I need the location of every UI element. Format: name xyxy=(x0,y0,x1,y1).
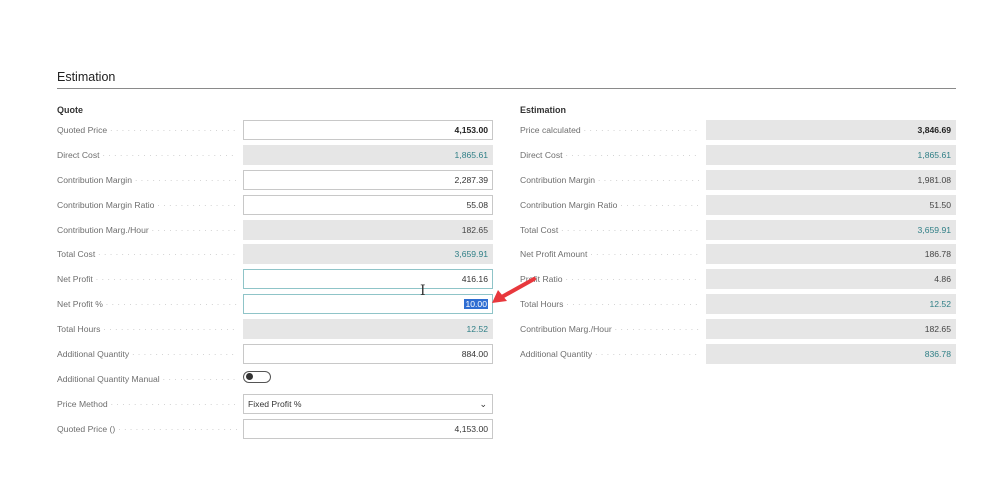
quote-quoted-price-input[interactable]: 4,153.00 xyxy=(243,120,493,140)
estimation-row-contribution-marg-hour: Contribution Marg./Hour 182.65 xyxy=(520,319,956,344)
field-label: Profit Ratio xyxy=(520,269,700,289)
quote-row-total-cost: Total Cost 3,659.91 xyxy=(57,244,493,269)
quote-group: Quote Quoted Price 4,153.00 Direct Cost 1,8… xyxy=(57,103,493,444)
field-label: Quoted Price () xyxy=(57,419,237,439)
section-divider xyxy=(57,88,956,89)
estimation-total-hours-value[interactable]: 12.52 xyxy=(706,294,956,315)
estimation-row-direct-cost: Direct Cost 1,865.61 xyxy=(520,144,956,170)
estimation-row-profit-ratio: Profit Ratio 4.86 xyxy=(520,269,956,294)
field-label: Price Method xyxy=(57,394,237,414)
estimation-group-title: Estimation xyxy=(520,105,567,115)
quote-row-direct-cost: Direct Cost 1,865.61 xyxy=(57,144,493,170)
field-label: Price calculated xyxy=(520,120,700,140)
text-cursor-icon: I xyxy=(420,283,426,299)
estimation-row-total-hours: Total Hours 12.52 xyxy=(520,294,956,319)
field-label: Contribution Marg./Hour xyxy=(520,319,700,339)
quote-total-cost-value[interactable]: 3,659.91 xyxy=(243,244,493,265)
quote-contribution-marg-hour-value: 182.65 xyxy=(243,219,493,240)
quote-row-net-profit: Net Profit % 10.00 xyxy=(57,294,493,319)
quote-row-additional-quantity: Additional Quantity 884.00 xyxy=(57,344,493,369)
field-label: Quoted Price xyxy=(57,120,237,140)
field-label: Total Hours xyxy=(520,294,700,314)
quote-net-profit-input[interactable]: 10.00 xyxy=(243,294,493,315)
field-label: Contribution Margin xyxy=(57,170,237,190)
estimation-contribution-margin-ratio-value: 51.50 xyxy=(706,194,956,215)
estimation-additional-quantity-value[interactable]: 836.78 xyxy=(706,344,956,365)
estimation-net-profit-amount-value: 186.78 xyxy=(706,244,956,265)
estimation-row-contribution-margin: Contribution Margin 1,981.08 xyxy=(520,169,956,195)
field-label: Contribution Margin Ratio xyxy=(57,195,237,215)
estimation-direct-cost-value[interactable]: 1,865.61 xyxy=(706,144,956,165)
quote-total-hours-value[interactable]: 12.52 xyxy=(243,319,493,340)
field-label: Net Profit xyxy=(57,269,237,289)
field-label: Direct Cost xyxy=(57,145,237,165)
estimation-contribution-margin-value: 1,981.08 xyxy=(706,169,956,190)
field-label: Additional Quantity xyxy=(520,344,700,364)
price-method-select[interactable]: Fixed Profit % ⌄ xyxy=(243,393,493,414)
price-method-row: Price Method Fixed Profit % ⌄ xyxy=(57,393,493,419)
toggle-knob xyxy=(246,373,253,381)
quote-row-total-hours: Total Hours 12.52 xyxy=(57,319,493,344)
estimation-group: Estimation Price calculated 3,846.69 Direc… xyxy=(520,103,956,369)
estimation-row-additional-quantity: Additional Quantity 836.78 xyxy=(520,344,956,369)
quote-row-net-profit: Net Profit 416.16 xyxy=(57,269,493,294)
field-label: Total Cost xyxy=(520,220,700,240)
quote-row-contribution-marg-hour: Contribution Marg./Hour 182.65 xyxy=(57,219,493,245)
field-label: Total Cost xyxy=(57,244,237,264)
section-title: Estimation xyxy=(57,70,116,84)
quote-row-quoted-price: Quoted Price 4,153.00 xyxy=(57,120,493,145)
estimation-row-total-cost: Total Cost 3,659.91 xyxy=(520,219,956,245)
estimation-row-net-profit-amount: Net Profit Amount 186.78 xyxy=(520,244,956,269)
quote-direct-cost-value[interactable]: 1,865.61 xyxy=(243,144,493,165)
quote-contribution-margin-ratio-input[interactable]: 55.08 xyxy=(243,194,493,215)
field-label: Additional Quantity xyxy=(57,344,237,364)
field-label: Contribution Margin Ratio xyxy=(520,195,700,215)
select-value: Fixed Profit % xyxy=(248,398,302,409)
field-label: Contribution Margin xyxy=(520,170,700,190)
additional-quantity-manual-toggle[interactable] xyxy=(243,370,271,383)
selected-text: 10.00 xyxy=(464,299,488,310)
quote-row-contribution-margin: Contribution Margin 2,287.39 xyxy=(57,169,493,195)
annotation-arrow-icon xyxy=(492,277,536,303)
quote-additional-quantity-input[interactable]: 884.00 xyxy=(243,344,493,365)
quote-row-contribution-margin-ratio: Contribution Margin Ratio 55.08 xyxy=(57,194,493,220)
field-label: Net Profit Amount xyxy=(520,244,700,264)
estimation-row-contribution-margin-ratio: Contribution Margin Ratio 51.50 xyxy=(520,194,956,220)
additional-quantity-manual-row: Additional Quantity Manual xyxy=(57,369,493,394)
estimation-contribution-marg-hour-value: 182.65 xyxy=(706,319,956,340)
quote-contribution-margin-input[interactable]: 2,287.39 xyxy=(243,169,493,190)
field-label: Additional Quantity Manual xyxy=(57,369,237,389)
quoted-price-lcy-row: Quoted Price () 4,153.00 xyxy=(57,418,493,444)
quote-group-title: Quote xyxy=(57,105,83,115)
estimation-profit-ratio-value: 4.86 xyxy=(706,269,956,290)
field-label: Total Hours xyxy=(57,319,237,339)
field-label: Direct Cost xyxy=(520,145,700,165)
field-label: Net Profit % xyxy=(57,294,237,314)
quoted-price-lcy-input[interactable]: 4,153.00 xyxy=(243,418,493,439)
field-label: Contribution Marg./Hour xyxy=(57,220,237,240)
quote-net-profit-input[interactable]: 416.16 xyxy=(243,269,493,290)
estimation-total-cost-value[interactable]: 3,659.91 xyxy=(706,219,956,240)
estimation-row-price-calculated: Price calculated 3,846.69 xyxy=(520,120,956,145)
estimation-price-calculated-value: 3,846.69 xyxy=(706,120,956,140)
chevron-down-icon: ⌄ xyxy=(479,398,487,409)
